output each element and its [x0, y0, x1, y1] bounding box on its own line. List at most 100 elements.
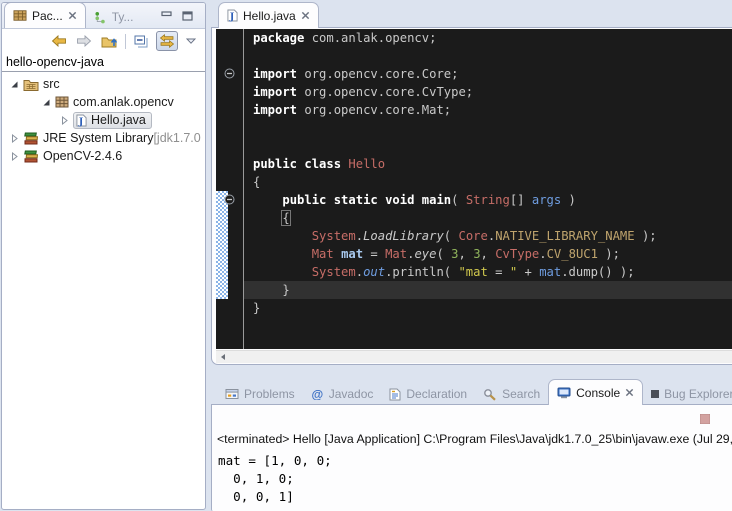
svg-text:J: J	[229, 11, 234, 22]
tree-item-opencv-2-4-6[interactable]: OpenCV-2.4.6	[2, 147, 205, 165]
tree-item-label: OpenCV-2.4.6	[43, 149, 122, 163]
code-line: public static void main( String[] args )	[244, 191, 732, 209]
code-line: }	[244, 299, 732, 317]
code-area[interactable]: package com.anlak.opencv; import org.open…	[244, 29, 732, 349]
link-editor-icon	[159, 34, 175, 48]
forward-button[interactable]	[75, 34, 93, 48]
code-line: System.out.println( "mat = " + mat.dump(…	[244, 263, 732, 281]
package-folder-icon	[23, 78, 39, 91]
library-version-decoration: [jdk1.7.0	[153, 131, 200, 145]
view-tab-problems[interactable]: Problems	[217, 383, 303, 405]
close-icon[interactable]	[68, 11, 77, 20]
console-output-line: 0, 0, 1]	[218, 488, 732, 506]
problems-icon	[225, 388, 239, 400]
code-line: import org.opencv.core.Mat;	[244, 101, 732, 119]
up-button[interactable]	[100, 33, 118, 49]
console-view: <terminated> Hello [Java Application] C:…	[211, 404, 732, 511]
collapse-all-icon	[134, 35, 148, 48]
view-menu-icon	[186, 38, 196, 44]
type-hierarchy-icon	[94, 11, 107, 24]
scroll-left-icon[interactable]	[219, 353, 227, 361]
library-icon	[23, 132, 39, 145]
tab-label: Declaration	[406, 387, 467, 401]
view-tab-console[interactable]: Console	[548, 379, 643, 405]
console-status-line: <terminated> Hello [Java Application] C:…	[217, 432, 732, 446]
editor-horizontal-scrollbar[interactable]	[216, 350, 732, 363]
tab-label: Bug Explorer	[664, 387, 732, 401]
javadoc-icon: @	[311, 388, 324, 400]
view-tab-ty[interactable]: Ty...	[86, 6, 142, 28]
tree-item-com-anlak-opencv[interactable]: com.anlak.opencv	[2, 93, 205, 111]
package-explorer-view: Pac... Ty... hello-opencv-java src com.anl…	[1, 2, 206, 510]
forward-icon	[76, 35, 92, 47]
code-line	[244, 47, 732, 65]
declaration-icon	[389, 388, 401, 401]
code-line: package com.anlak.opencv;	[244, 29, 732, 47]
library-icon	[23, 150, 39, 163]
svg-text:@: @	[311, 388, 323, 400]
tab-label: Javadoc	[329, 387, 374, 401]
code-line: System.LoadLibrary( Core.NATIVE_LIBRARY_…	[244, 227, 732, 245]
tree-item-hello-java[interactable]: J Hello.java	[2, 111, 205, 129]
view-tab-javadoc[interactable]: @ Javadoc	[303, 383, 382, 405]
left-view-tabbar: Pac... Ty...	[2, 3, 205, 29]
package-explorer-tree: src com.anlak.opencv J Hello.java JRE System…	[2, 72, 205, 165]
toolbar-separator	[125, 34, 126, 49]
editor-content: package com.anlak.opencv; import org.open…	[216, 29, 732, 349]
expander-collapsed-icon[interactable]	[60, 116, 73, 125]
code-line: {	[244, 209, 732, 227]
close-icon[interactable]	[625, 388, 634, 397]
expander-expanded-icon[interactable]	[10, 80, 23, 89]
link-with-editor-button[interactable]	[156, 31, 178, 51]
tab-label: Ty...	[112, 10, 134, 24]
tab-label: Console	[576, 386, 620, 400]
fold-collapse-icon[interactable]	[224, 194, 235, 205]
collapse-all-button[interactable]	[133, 34, 149, 49]
package-explorer-toolbar	[2, 29, 205, 53]
tree-item-label: com.anlak.opencv	[73, 95, 174, 109]
view-menu-button[interactable]	[185, 37, 197, 45]
terminate-icon[interactable]	[700, 414, 710, 424]
tree-item-src[interactable]: src	[2, 75, 205, 93]
bug-square-icon	[651, 390, 659, 398]
package-icon	[55, 96, 69, 108]
code-line	[244, 137, 732, 155]
close-icon[interactable]	[301, 11, 310, 20]
expander-collapsed-icon[interactable]	[10, 152, 23, 161]
editor-annotation-ruler[interactable]	[216, 29, 244, 349]
java-file-icon: J	[227, 9, 238, 22]
tab-label: Problems	[244, 387, 295, 401]
view-tab-pac[interactable]: Pac...	[4, 3, 86, 28]
project-root-item[interactable]: hello-opencv-java	[2, 53, 205, 72]
console-output-line: 0, 1, 0;	[218, 470, 732, 488]
minimize-icon[interactable]	[161, 11, 172, 20]
tab-label: Search	[502, 387, 540, 401]
selected-tree-item: J Hello.java	[73, 112, 152, 129]
tree-item-label: Hello.java	[91, 113, 146, 127]
view-tab-declaration[interactable]: Declaration	[381, 383, 475, 405]
package-explorer-icon	[13, 9, 27, 22]
back-icon	[51, 35, 67, 47]
code-line	[244, 119, 732, 137]
view-tab-search[interactable]: Search	[475, 383, 548, 405]
svg-text:J: J	[78, 116, 83, 127]
tree-item-label: src	[43, 77, 60, 91]
editor-tab-hello-java[interactable]: J Hello.java	[218, 2, 319, 28]
tree-item-label: JRE System Library	[43, 131, 153, 145]
console-output[interactable]: mat = [1, 0, 0; 0, 1, 0; 0, 0, 1]	[218, 452, 732, 506]
code-line: import org.opencv.core.CvType;	[244, 83, 732, 101]
expander-collapsed-icon[interactable]	[10, 134, 23, 143]
maximize-icon[interactable]	[182, 11, 193, 21]
fold-collapse-icon[interactable]	[224, 68, 235, 79]
code-line: {	[244, 173, 732, 191]
tree-item-jre-system-library[interactable]: JRE System Library [jdk1.7.0	[2, 129, 205, 147]
expander-expanded-icon[interactable]	[42, 98, 55, 107]
editor-tabbar: J Hello.java	[211, 2, 732, 28]
tab-label: Hello.java	[243, 9, 296, 23]
console-icon	[557, 387, 571, 399]
code-line: }	[244, 281, 732, 299]
view-tab-bug-explorer[interactable]: Bug Explorer	[643, 383, 732, 405]
back-button[interactable]	[50, 34, 68, 48]
bottom-view-tabbar: Problems @ Javadoc Declaration Search Console…	[211, 379, 732, 405]
range-indicator	[216, 191, 228, 299]
